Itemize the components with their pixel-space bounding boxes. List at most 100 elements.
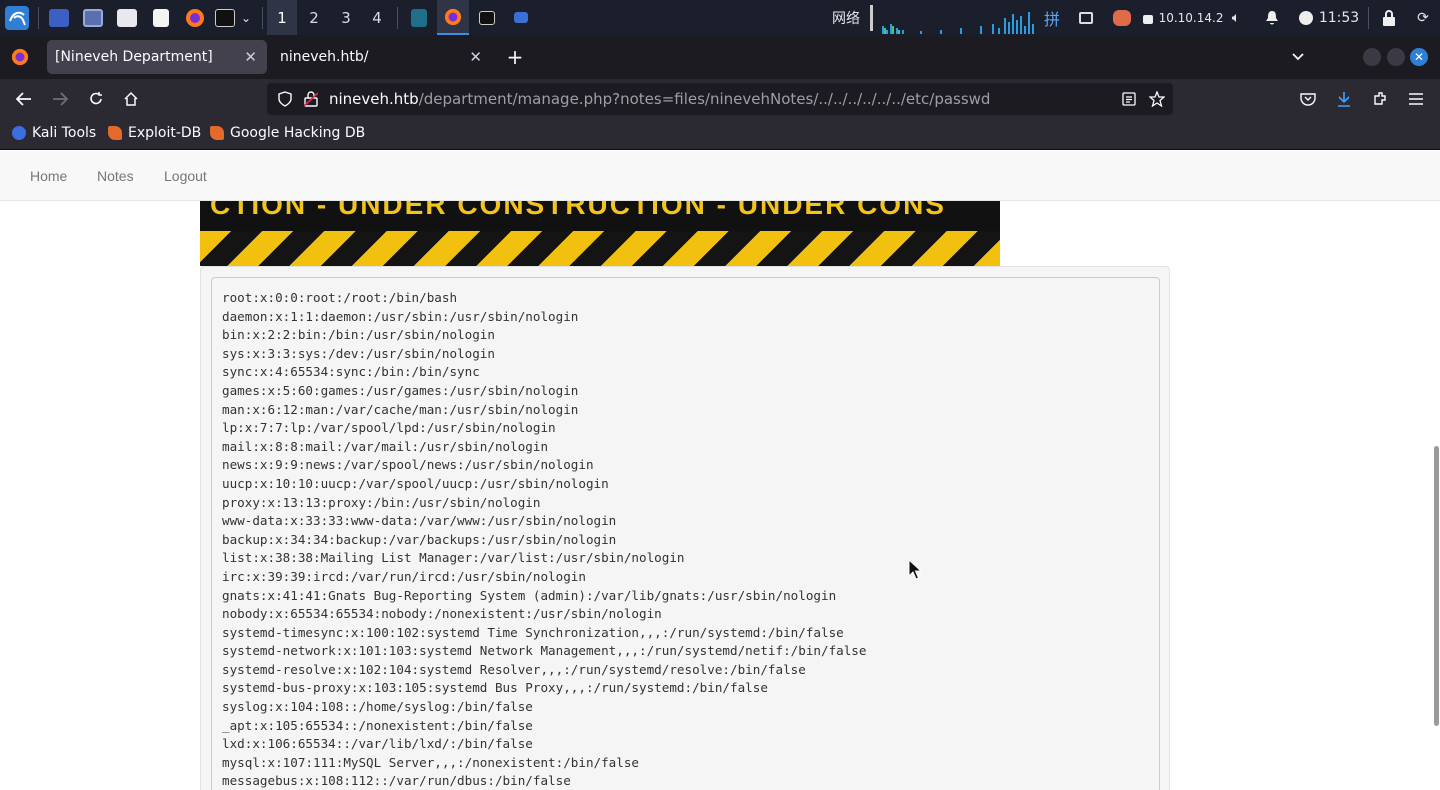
firefox-launcher-icon[interactable] bbox=[182, 0, 208, 35]
reader-view-icon[interactable] bbox=[1117, 87, 1141, 111]
screen-icon[interactable] bbox=[80, 0, 106, 35]
tab-nineveh-department[interactable]: [Nineveh Department] ✕ bbox=[47, 40, 267, 74]
url-bar[interactable]: nineveh.htb/department/manage.php?notes=… bbox=[267, 83, 1173, 115]
passwd-line: uucp:x:10:10:uucp:/var/spool/uucp:/usr/s… bbox=[222, 475, 609, 491]
passwd-line: messagebus:x:108:112::/var/run/dbus:/bin… bbox=[222, 773, 571, 789]
firefox-view-icon[interactable] bbox=[8, 40, 32, 74]
passwd-line: systemd-network:x:101:103:systemd Networ… bbox=[222, 643, 867, 659]
downloads-icon[interactable] bbox=[1332, 87, 1356, 111]
show-desktop-icon[interactable] bbox=[46, 0, 72, 35]
pocket-icon[interactable] bbox=[1296, 87, 1320, 111]
exploit-db-icon bbox=[108, 126, 122, 140]
passwd-line: bin:x:2:2:bin:/bin:/usr/sbin/nologin bbox=[222, 327, 495, 343]
clock[interactable]: 11:53 bbox=[1318, 0, 1360, 35]
text-editor-icon[interactable] bbox=[148, 0, 174, 35]
kali-tools-icon bbox=[12, 126, 26, 140]
minimize-window-icon[interactable] bbox=[1363, 48, 1381, 66]
bookmark-exploit-db[interactable]: Exploit-DB bbox=[108, 125, 201, 141]
nav-notes-link[interactable]: Notes bbox=[97, 168, 134, 184]
list-tabs-chevron-icon[interactable] bbox=[1288, 40, 1308, 74]
bookmark-label: Google Hacking DB bbox=[230, 125, 366, 141]
bookmark-label: Exploit-DB bbox=[128, 125, 202, 141]
passwd-line: proxy:x:13:13:proxy:/bin:/usr/sbin/nolog… bbox=[222, 494, 541, 510]
insecure-lock-icon[interactable] bbox=[299, 87, 323, 111]
passwd-line: nobody:x:65534:65534:nobody:/nonexistent… bbox=[222, 606, 662, 622]
window-indicator-icon[interactable] bbox=[1074, 0, 1098, 35]
new-tab-plus-icon[interactable]: + bbox=[503, 40, 527, 74]
restart-icon[interactable]: ⟳ bbox=[1412, 0, 1434, 35]
site-navbar: Home Notes Logout bbox=[0, 151, 1440, 201]
maximize-window-icon[interactable] bbox=[1387, 48, 1405, 66]
bookmark-google-hacking-db[interactable]: Google Hacking DB bbox=[210, 125, 365, 141]
volume-icon[interactable]: 🔈︎ bbox=[1226, 0, 1246, 35]
nav-logout-link[interactable]: Logout bbox=[164, 168, 207, 184]
tab-nineveh-htb[interactable]: nineveh.htb/ ✕ bbox=[272, 40, 492, 74]
workspace-2[interactable]: 2 bbox=[299, 0, 329, 35]
chevron-down-icon[interactable]: ⌄ bbox=[238, 0, 254, 35]
passwd-line: systemd-resolve:x:102:104:systemd Resolv… bbox=[222, 661, 806, 677]
notification-bell-icon[interactable] bbox=[1262, 0, 1282, 35]
tracking-shield-icon[interactable] bbox=[273, 87, 297, 111]
close-tab-icon[interactable]: ✕ bbox=[469, 48, 482, 66]
app-window-icon[interactable] bbox=[406, 0, 432, 35]
browser-tab-strip: [Nineveh Department] ✕ nineveh.htb/ ✕ + … bbox=[0, 35, 1440, 79]
file-contents-pre: root:x:0:0:root:/root:/bin/bash daemon:x:… bbox=[211, 277, 1160, 790]
passwd-line: games:x:5:60:games:/usr/games:/usr/sbin/… bbox=[222, 382, 579, 398]
passwd-line: backup:x:34:34:backup:/var/backups:/usr/… bbox=[222, 531, 617, 547]
passwd-line: www-data:x:33:33:www-data:/var/www:/usr/… bbox=[222, 513, 617, 529]
passwd-line: root:x:0:0:root:/root:/bin/bash bbox=[222, 290, 458, 305]
browser-navbar: nineveh.htb/department/manage.php?notes=… bbox=[0, 79, 1440, 119]
passwd-line: lp:x:7:7:lp:/var/spool/lpd:/usr/sbin/nol… bbox=[222, 420, 556, 436]
passwd-line: man:x:6:12:man:/var/cache/man:/usr/sbin/… bbox=[222, 401, 579, 417]
folder-window-icon[interactable] bbox=[508, 0, 534, 35]
bookmarks-toolbar: Kali Tools Exploit-DB Google Hacking DB bbox=[0, 119, 1440, 150]
network-label[interactable]: 网络 bbox=[828, 0, 864, 35]
workspace-1[interactable]: 1 bbox=[267, 0, 297, 35]
network-bars-icon bbox=[866, 0, 876, 35]
extensions-icon[interactable] bbox=[1368, 87, 1392, 111]
workspace-3[interactable]: 3 bbox=[331, 0, 361, 35]
vpn-lock-icon bbox=[1140, 0, 1156, 35]
bookmark-kali-tools[interactable]: Kali Tools bbox=[12, 125, 96, 141]
hamburger-menu-icon[interactable] bbox=[1404, 87, 1428, 111]
bookmark-label: Kali Tools bbox=[32, 125, 97, 141]
terminal-launcher-icon[interactable] bbox=[214, 0, 236, 35]
passwd-line: syslog:x:104:108::/home/syslog:/bin/fals… bbox=[222, 699, 533, 715]
power-status-icon[interactable] bbox=[1296, 0, 1316, 35]
passwd-line: news:x:9:9:news:/var/spool/news:/usr/sbi… bbox=[222, 457, 594, 473]
nav-home-link[interactable]: Home bbox=[30, 168, 67, 184]
back-arrow-icon[interactable] bbox=[12, 87, 36, 111]
bookmark-star-icon[interactable] bbox=[1145, 87, 1169, 111]
ime-indicator[interactable]: 拼 bbox=[1040, 0, 1064, 35]
lock-screen-icon[interactable] bbox=[1378, 0, 1400, 35]
passwd-line: gnats:x:41:41:Gnats Bug-Reporting System… bbox=[222, 587, 837, 603]
file-manager-icon[interactable] bbox=[114, 0, 140, 35]
close-tab-icon[interactable]: ✕ bbox=[244, 48, 257, 66]
passwd-line: mail:x:8:8:mail:/var/mail:/usr/sbin/nolo… bbox=[222, 438, 549, 454]
home-icon[interactable] bbox=[119, 87, 143, 111]
notes-well: root:x:0:0:root:/root:/bin/bash daemon:x:… bbox=[200, 266, 1170, 790]
close-window-icon[interactable]: ✕ bbox=[1410, 48, 1428, 66]
passwd-line: sys:x:3:3:sys:/dev:/usr/sbin/nologin bbox=[222, 345, 495, 361]
passwd-line: systemd-timesync:x:100:102:systemd Time … bbox=[222, 624, 844, 640]
passwd-line: lxd:x:106:65534::/var/lib/lxd/:/bin/fals… bbox=[222, 736, 533, 752]
network-graph bbox=[882, 12, 1034, 34]
under-construction-banner: CTION - UNDER CONSTRUCTION - UNDER CONS bbox=[200, 201, 1000, 266]
google-hacking-db-icon bbox=[210, 126, 224, 140]
passwd-line: _apt:x:105:65534::/nonexistent:/bin/fals… bbox=[222, 717, 533, 733]
firefox-window-icon[interactable] bbox=[437, 0, 469, 35]
tab-title: nineveh.htb/ bbox=[280, 49, 369, 65]
page-scrollbar[interactable] bbox=[1434, 446, 1439, 726]
desktop-taskbar: ⌄ 1 2 3 4 网络 拼 10.10.14.2 🔈︎ 11:53 ⟳ bbox=[0, 0, 1440, 35]
reload-icon[interactable] bbox=[84, 87, 108, 111]
terminal-window-icon[interactable] bbox=[474, 0, 500, 35]
workspace-4[interactable]: 4 bbox=[362, 0, 392, 35]
passwd-line: mysql:x:107:111:MySQL Server,,,:/nonexis… bbox=[222, 754, 640, 770]
cat-avatar-icon[interactable] bbox=[1110, 0, 1134, 35]
forward-arrow-icon[interactable] bbox=[48, 87, 72, 111]
url-text[interactable]: nineveh.htb/department/manage.php?notes=… bbox=[329, 90, 990, 108]
passwd-line: daemon:x:1:1:daemon:/usr/sbin:/usr/sbin/… bbox=[222, 308, 579, 324]
url-host: nineveh.htb bbox=[329, 90, 419, 108]
passwd-line: list:x:38:38:Mailing List Manager:/var/l… bbox=[222, 550, 685, 566]
kali-menu-icon[interactable] bbox=[3, 0, 31, 35]
